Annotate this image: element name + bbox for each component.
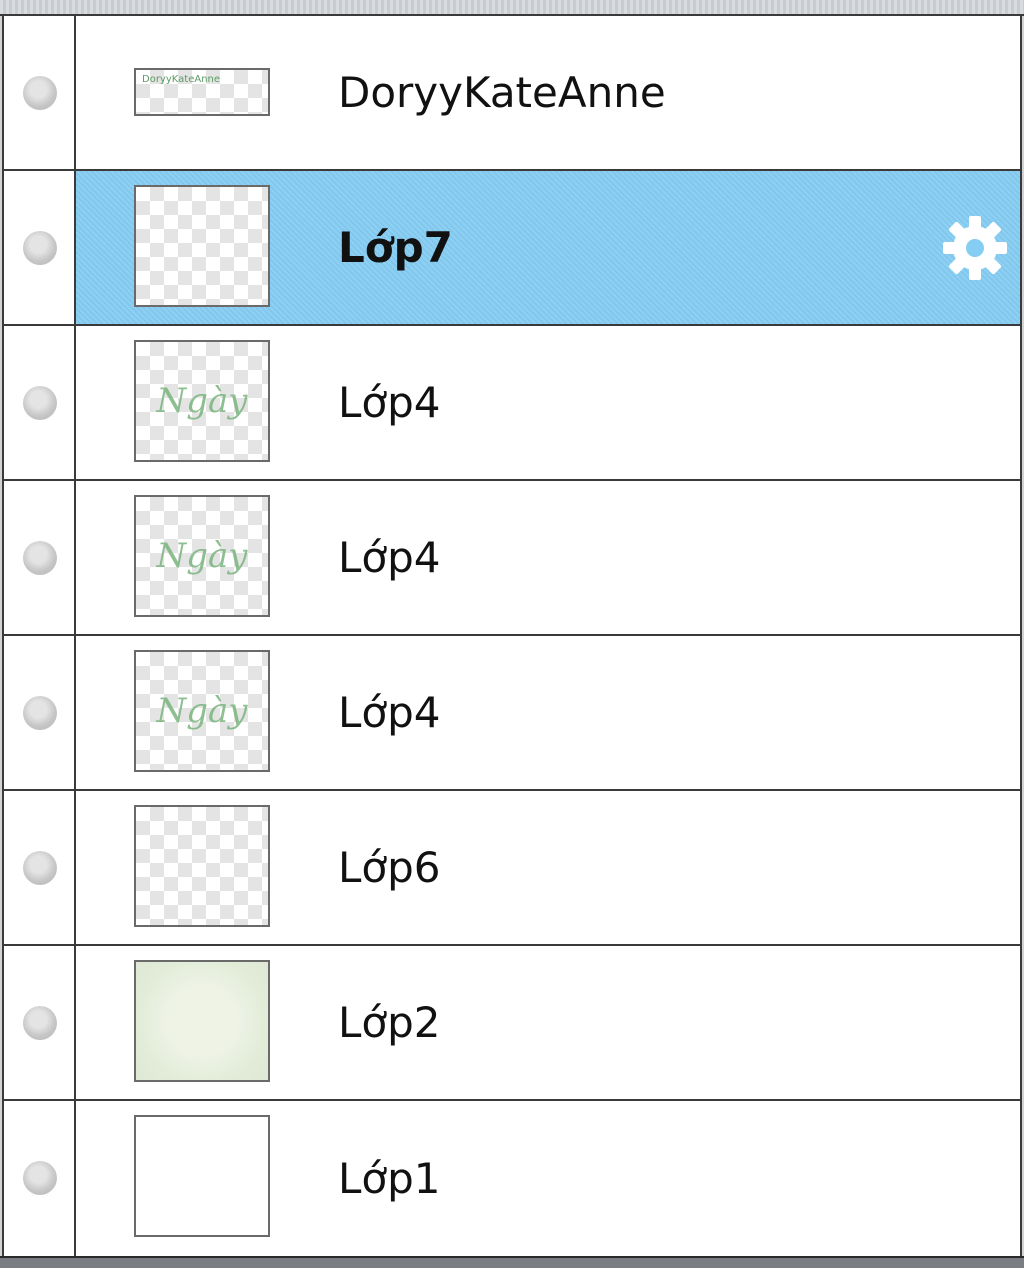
layer-row[interactable]: Lớp2 <box>4 946 1020 1101</box>
visibility-toggle-icon[interactable] <box>23 696 57 730</box>
layer-row[interactable]: Ngày Lớp4 <box>4 326 1020 481</box>
layer-content: Lớp2 <box>76 946 1020 1099</box>
visibility-column <box>4 1101 76 1256</box>
layer-row[interactable]: Ngày Lớp4 <box>4 636 1020 791</box>
layer-content: Ngày Lớp4 <box>76 636 1020 789</box>
visibility-column <box>4 791 76 944</box>
visibility-column <box>4 326 76 479</box>
layer-content: Ngày Lớp4 <box>76 481 1020 634</box>
layer-thumbnail <box>134 1115 270 1237</box>
layer-row[interactable]: Lớp6 <box>4 791 1020 946</box>
thumbnail-script-text: Ngày <box>156 691 248 731</box>
visibility-toggle-icon[interactable] <box>23 1161 57 1195</box>
visibility-column <box>4 636 76 789</box>
layer-name: Lớp6 <box>338 843 441 892</box>
visibility-toggle-icon[interactable] <box>23 386 57 420</box>
layer-list: DoryyKateAnne DoryyKateAnne Lớp7 Ngày Lớ… <box>2 16 1022 1256</box>
layer-row-selected[interactable]: Lớp7 <box>4 171 1020 326</box>
layer-row[interactable]: Ngày Lớp4 <box>4 481 1020 636</box>
layer-row[interactable]: Lớp1 <box>4 1101 1020 1256</box>
layers-panel: DoryyKateAnne DoryyKateAnne Lớp7 Ngày Lớ… <box>0 0 1024 1268</box>
visibility-column <box>4 481 76 634</box>
gear-icon[interactable] <box>940 213 1010 283</box>
visibility-toggle-icon[interactable] <box>23 76 57 110</box>
visibility-column <box>4 16 76 169</box>
layer-content: Lớp7 <box>76 171 1020 324</box>
visibility-toggle-icon[interactable] <box>23 541 57 575</box>
layer-thumbnail <box>134 960 270 1082</box>
visibility-column <box>4 171 76 324</box>
layer-name: Lớp4 <box>338 378 441 427</box>
visibility-toggle-icon[interactable] <box>23 1006 57 1040</box>
panel-header-strip <box>0 0 1024 16</box>
panel-footer-strip <box>0 1256 1024 1268</box>
layer-content: Ngày Lớp4 <box>76 326 1020 479</box>
layer-thumbnail: Ngày <box>134 495 270 617</box>
visibility-toggle-icon[interactable] <box>23 231 57 265</box>
layer-content: DoryyKateAnne DoryyKateAnne <box>76 16 1020 169</box>
layer-content: Lớp1 <box>76 1101 1020 1256</box>
layer-row[interactable]: DoryyKateAnne DoryyKateAnne <box>4 16 1020 171</box>
layer-content: Lớp6 <box>76 791 1020 944</box>
thumbnail-script-text: Ngày <box>156 536 248 576</box>
layer-thumbnail: Ngày <box>134 650 270 772</box>
layer-thumbnail: Ngày <box>134 340 270 462</box>
thumbnail-script-text: Ngày <box>156 381 248 421</box>
layer-name: Lớp7 <box>338 223 453 272</box>
layer-name: Lớp2 <box>338 998 441 1047</box>
thumbnail-watermark-text: DoryyKateAnne <box>142 74 221 85</box>
visibility-toggle-icon[interactable] <box>23 851 57 885</box>
layer-thumbnail: DoryyKateAnne <box>134 68 270 116</box>
layer-thumbnail <box>134 185 270 307</box>
layer-thumbnail <box>134 805 270 927</box>
layer-name: DoryyKateAnne <box>338 68 666 117</box>
layer-name: Lớp1 <box>338 1154 441 1203</box>
visibility-column <box>4 946 76 1099</box>
layer-name: Lớp4 <box>338 688 441 737</box>
layer-name: Lớp4 <box>338 533 441 582</box>
